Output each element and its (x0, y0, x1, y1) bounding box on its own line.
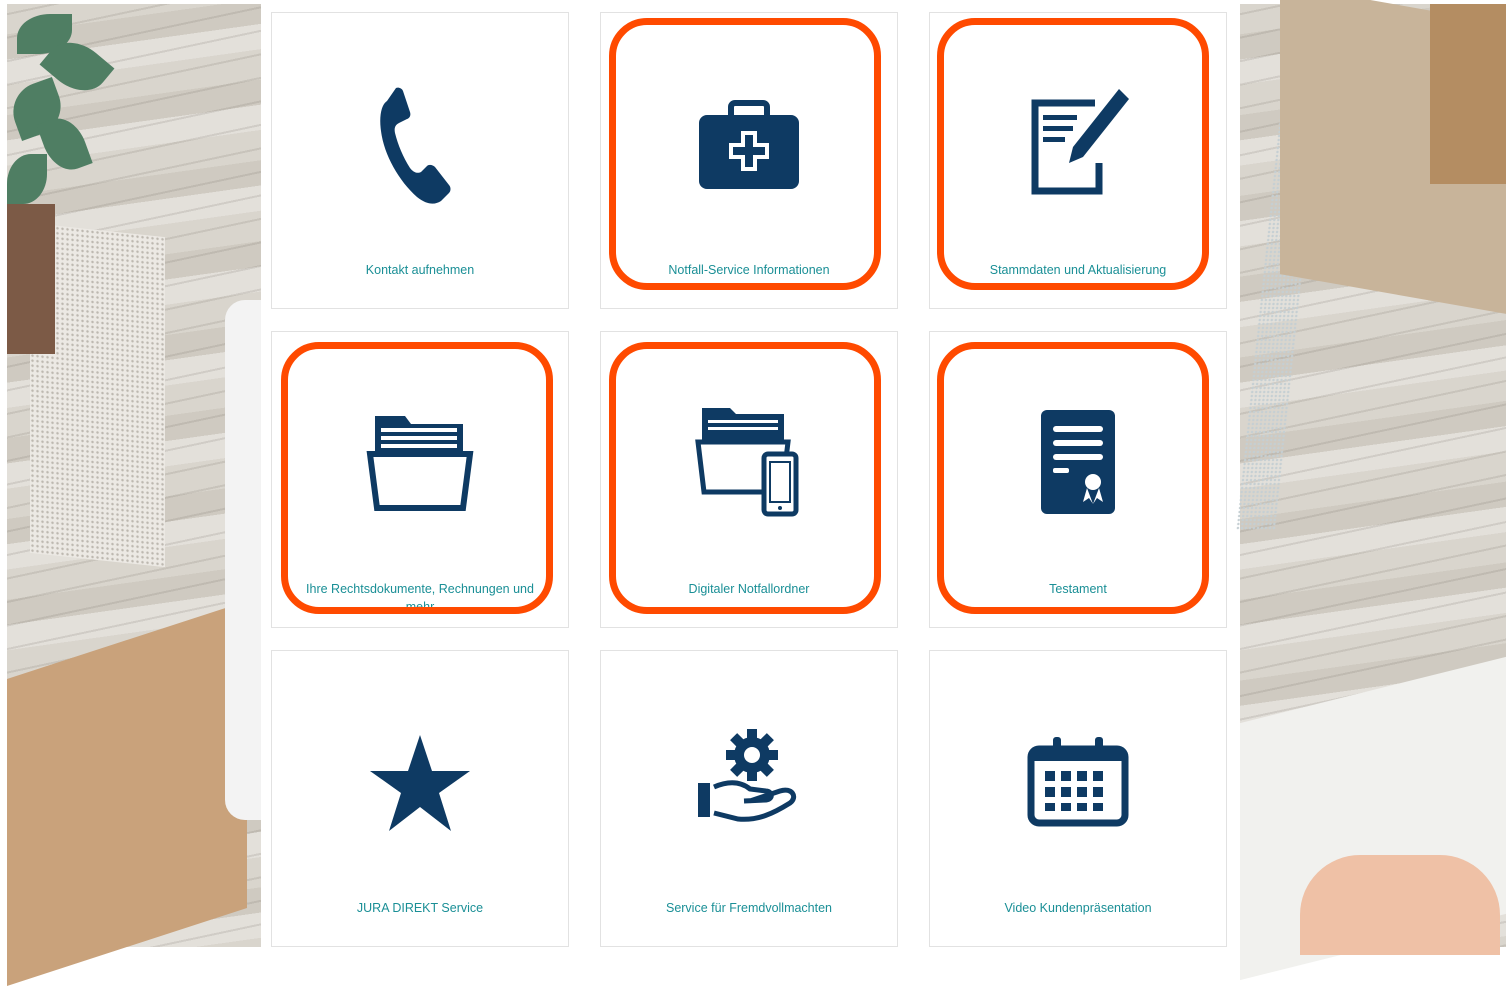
tile-label: JURA DIREKT Service (356, 901, 484, 915)
background-tablet (225, 300, 261, 820)
tile-label: Video Kundenpräsentation (1004, 901, 1152, 915)
tile-label: Ihre Rechtsdokumente, Rechnungen und meh… (306, 582, 534, 614)
tile-fremdvollmachten[interactable]: Service für Fremdvollmachten (600, 650, 898, 947)
tile-video-kundenpraesentation[interactable]: Video Kundenpräsentation (929, 650, 1227, 947)
background-hand (1300, 855, 1500, 955)
tile-label: Kontakt aufnehmen (365, 263, 475, 277)
star-icon (365, 721, 475, 851)
hand-gear-icon (694, 721, 804, 851)
background-plant (4, 4, 117, 354)
tile-label: Stammdaten und Aktualisierung (989, 263, 1167, 277)
tile-stammdaten[interactable]: Stammdaten und Aktualisierung (929, 12, 1227, 309)
tile-testament[interactable]: Testament (929, 331, 1227, 628)
calendar-icon (1023, 721, 1133, 851)
phone-icon (365, 83, 475, 213)
tile-notfall-service[interactable]: Notfall-Service Informationen (600, 12, 898, 309)
first-aid-kit-icon (694, 83, 804, 213)
tile-digitaler-notfallordner[interactable]: Digitaler Notfallordner (600, 331, 898, 628)
tile-rechtsdokumente[interactable]: Ihre Rechtsdokumente, Rechnungen und meh… (271, 331, 569, 628)
tile-label: Notfall-Service Informationen (668, 263, 830, 277)
certificate-document-icon (1023, 402, 1133, 532)
tile-label: Digitaler Notfallordner (688, 582, 810, 596)
edit-document-icon (1023, 83, 1133, 213)
background-box-lid (1430, 4, 1506, 184)
folder-smartphone-icon (694, 402, 804, 532)
tile-jura-direkt-service[interactable]: JURA DIREKT Service (271, 650, 569, 947)
tile-kontakt[interactable]: Kontakt aufnehmen (271, 12, 569, 309)
open-folder-icon (365, 402, 475, 532)
tile-label: Testament (1049, 582, 1107, 596)
tile-label: Service für Fremdvollmachten (665, 901, 833, 915)
